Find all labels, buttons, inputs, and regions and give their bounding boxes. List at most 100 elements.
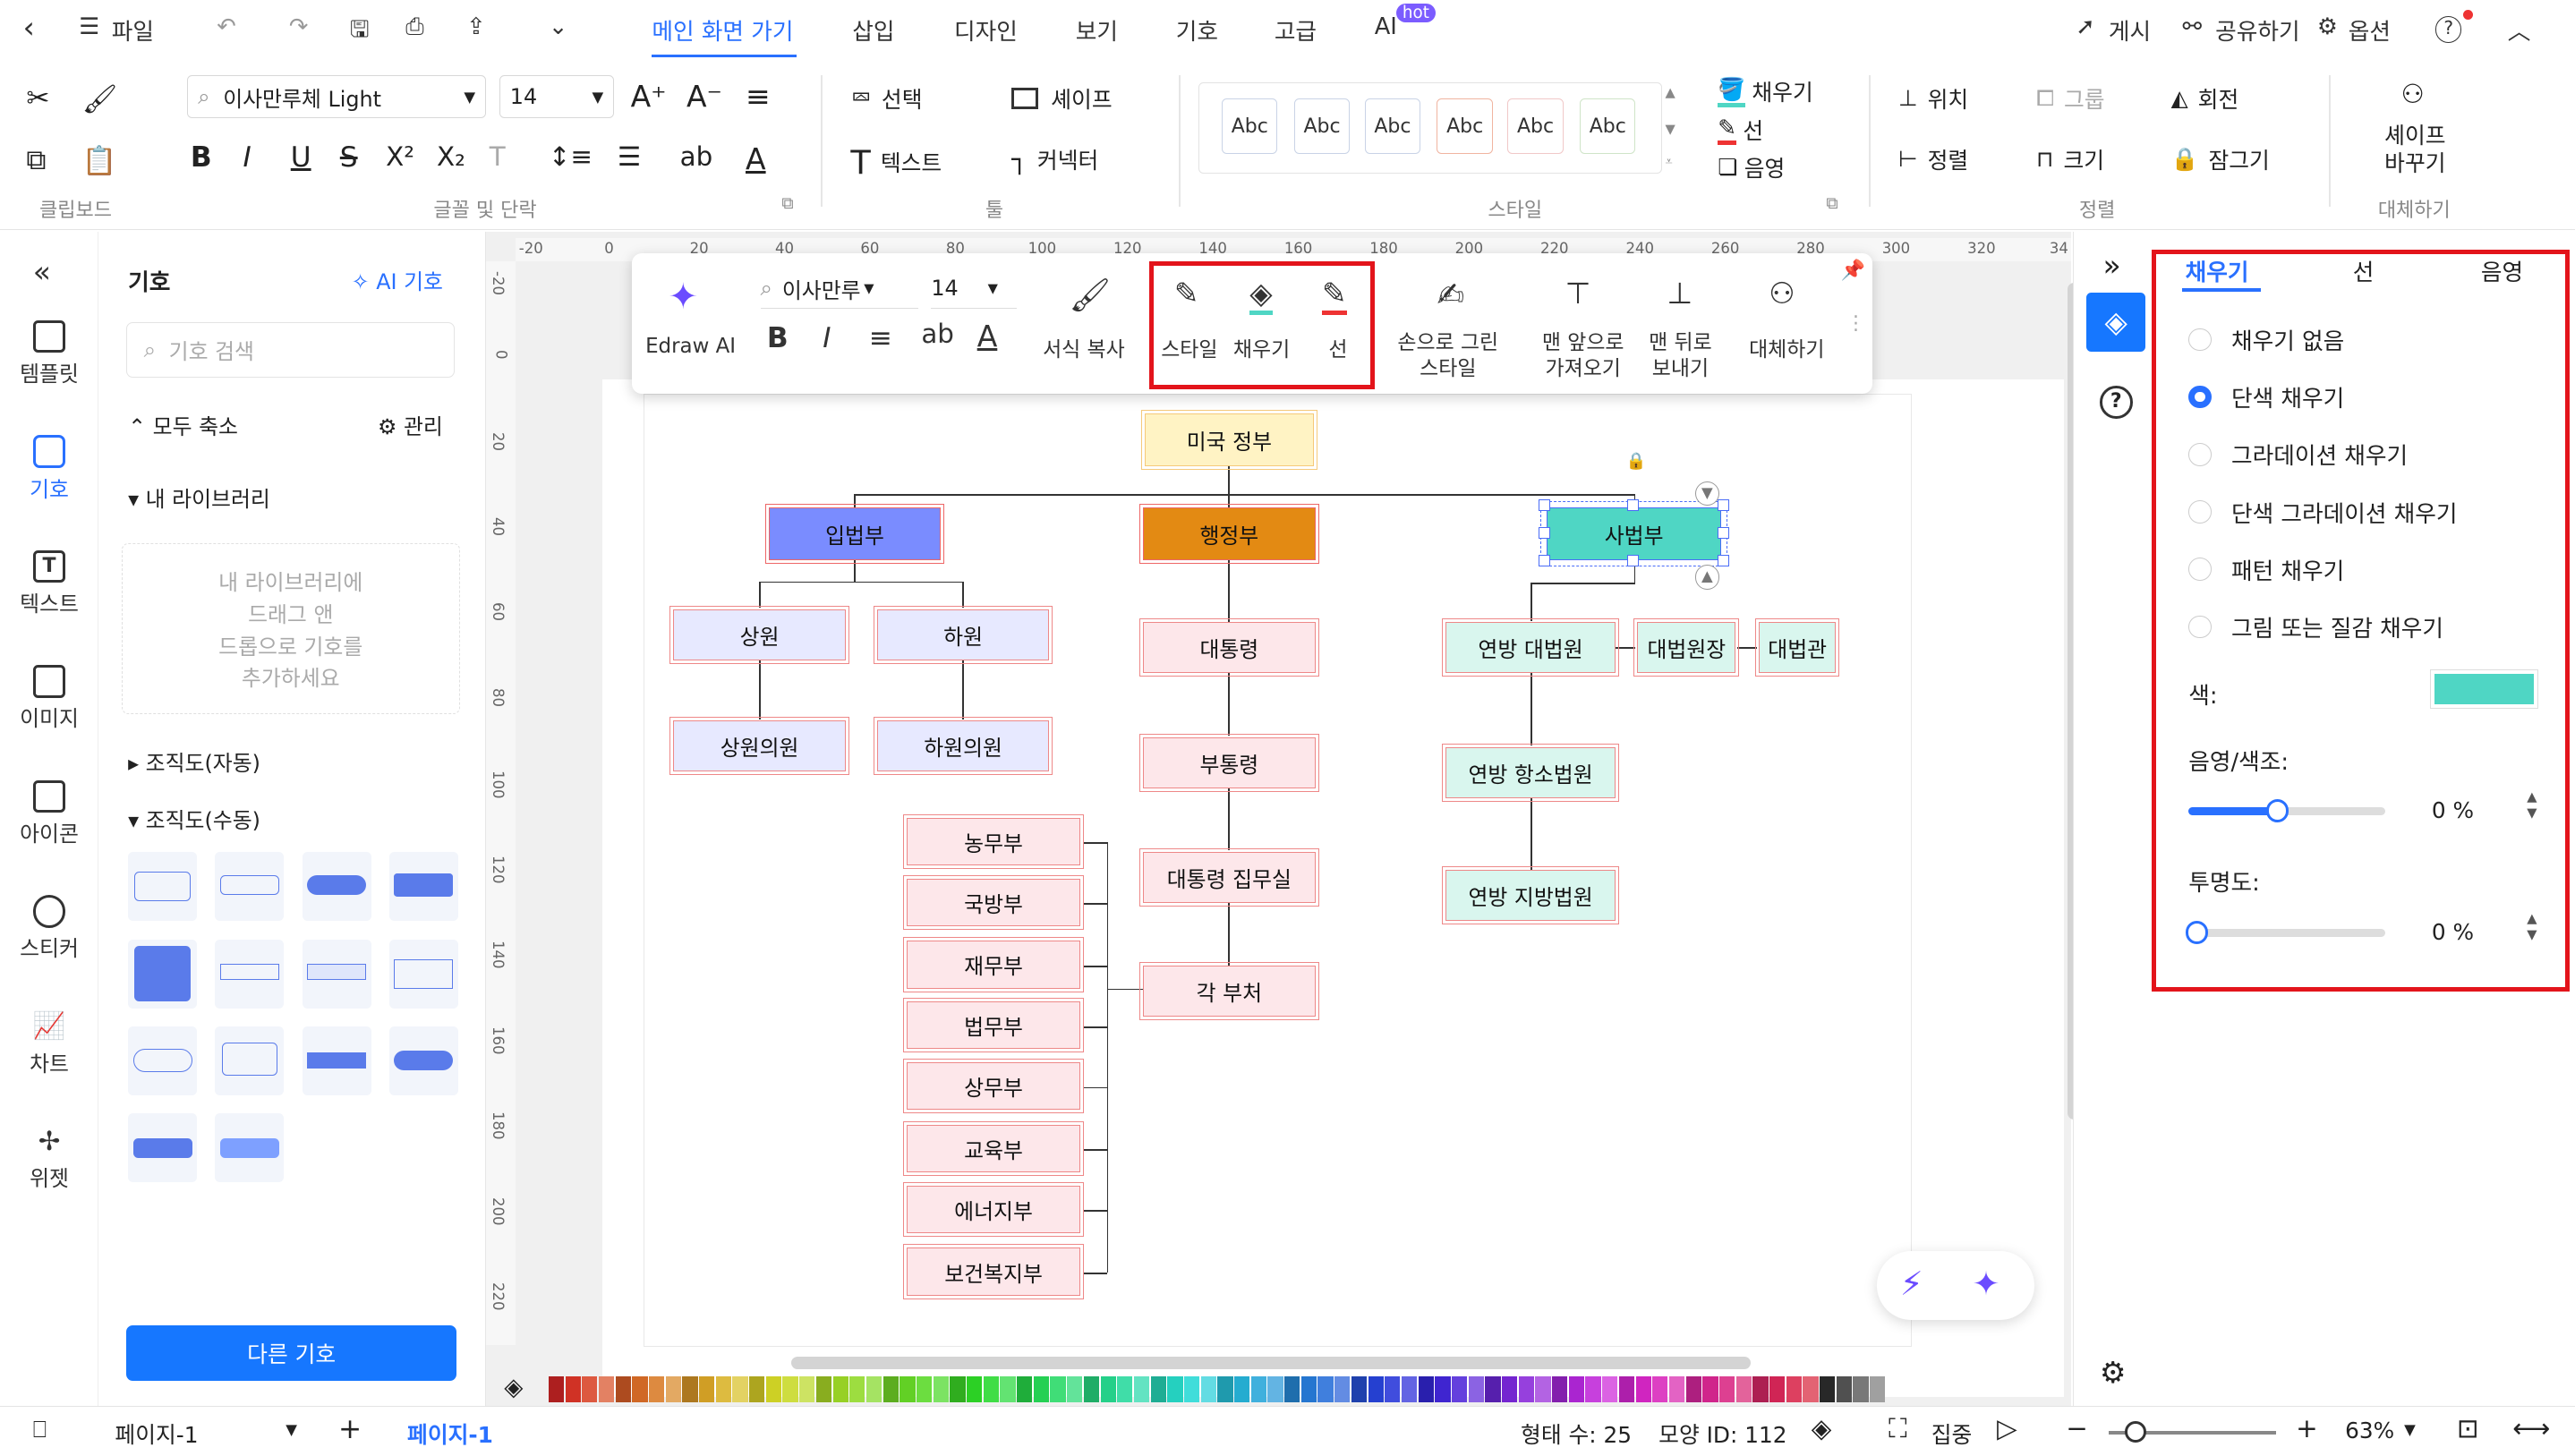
lock-icon[interactable]: 🔒	[1625, 452, 1646, 471]
position-button[interactable]: ⊥ 위치	[1898, 82, 1968, 115]
bold-icon[interactable]: B	[191, 141, 212, 174]
org-node[interactable]: 대법관	[1754, 617, 1840, 677]
cut-icon[interactable]: ✂	[26, 82, 49, 115]
resize-handle[interactable]	[1627, 555, 1640, 566]
align-icon[interactable]: ≡	[869, 322, 892, 354]
style-preset[interactable]: Abc	[1507, 98, 1564, 155]
tab-line[interactable]: 선	[2353, 254, 2375, 287]
org-symbol-thumbnail[interactable]	[302, 939, 371, 1009]
resize-handle[interactable]	[1539, 526, 1551, 539]
color-swatch[interactable]	[1000, 1375, 1016, 1402]
color-swatch[interactable]	[1568, 1375, 1584, 1402]
collapse-handle-icon[interactable]: ▼	[1694, 481, 1720, 507]
color-swatch[interactable]	[1083, 1375, 1100, 1402]
superscript-icon[interactable]: X²	[386, 141, 414, 172]
color-swatch[interactable]	[1217, 1375, 1233, 1402]
org-symbol-thumbnail[interactable]	[388, 939, 458, 1009]
connector-tool[interactable]: ┐ 커넥터	[1011, 143, 1098, 175]
collapse-all-button[interactable]: ⌃ 모두 축소	[128, 409, 238, 440]
org-symbol-thumbnail[interactable]	[128, 939, 198, 1009]
font-size-select[interactable]: 14 ▼	[499, 75, 615, 119]
department-node[interactable]: 보건복지부	[902, 1243, 1085, 1300]
color-swatch[interactable]	[799, 1375, 815, 1402]
org-symbol-thumbnail[interactable]	[128, 852, 198, 922]
zoom-level[interactable]: 63%	[2345, 1418, 2394, 1443]
shape-tool[interactable]: 셰이프	[1011, 82, 1113, 115]
color-swatch[interactable]	[1786, 1375, 1802, 1402]
resize-handle[interactable]	[1718, 526, 1730, 539]
edraw-ai-button[interactable]: Edraw AI	[645, 335, 736, 358]
org-node[interactable]: 연방 항소법원	[1440, 743, 1621, 803]
color-swatch[interactable]	[1618, 1375, 1635, 1402]
color-swatch[interactable]	[1685, 1375, 1701, 1402]
fit-width-icon[interactable]: ⟷	[2512, 1413, 2550, 1443]
bold-icon[interactable]: B	[767, 322, 789, 354]
paragraph-align-icon[interactable]: ≡	[746, 79, 771, 114]
color-swatch[interactable]	[732, 1375, 748, 1402]
department-node[interactable]: 에너지부	[902, 1181, 1085, 1238]
pin-icon[interactable]: 📌	[1841, 260, 1865, 282]
color-swatch[interactable]	[2430, 669, 2539, 710]
color-swatch[interactable]	[1451, 1375, 1468, 1402]
color-swatch[interactable]	[1334, 1375, 1351, 1402]
horizontal-scrollbar[interactable]	[791, 1356, 1751, 1370]
color-swatch[interactable]	[849, 1375, 865, 1402]
color-swatch[interactable]	[1050, 1375, 1066, 1402]
help-icon[interactable]: ?	[2435, 16, 2462, 43]
tab-symbol[interactable]: 기호	[1176, 13, 1218, 47]
color-swatch[interactable]	[832, 1375, 848, 1402]
replace-shape-label[interactable]: 바꾸기	[2384, 146, 2445, 178]
undo-icon[interactable]: ↶	[217, 13, 236, 40]
color-swatch[interactable]	[1502, 1375, 1518, 1402]
format-painter-icon[interactable]: 🖌	[1069, 276, 1111, 314]
color-swatch[interactable]	[1870, 1375, 1886, 1402]
resize-handle[interactable]	[1539, 555, 1551, 566]
color-swatch[interactable]	[1853, 1375, 1869, 1402]
color-swatch[interactable]	[1133, 1375, 1150, 1402]
share-button[interactable]: 공유하기	[2215, 13, 2299, 47]
color-swatch[interactable]	[1418, 1375, 1434, 1402]
org-symbol-thumbnail[interactable]	[388, 852, 458, 922]
rotate-button[interactable]: ◭ 회전	[2171, 82, 2239, 115]
add-page-icon[interactable]: +	[338, 1413, 362, 1445]
send-back-icon[interactable]: ⊥	[1667, 276, 1693, 311]
color-swatch[interactable]	[1752, 1375, 1769, 1402]
resize-handle[interactable]	[1539, 498, 1551, 511]
ai-magic-icon[interactable]: ⚡	[1900, 1264, 1923, 1303]
color-swatch[interactable]	[815, 1375, 832, 1402]
italic-icon[interactable]: I	[243, 141, 252, 174]
tab-fill[interactable]: 채우기	[2186, 254, 2249, 287]
org-node[interactable]: 연방 대법원	[1440, 617, 1621, 677]
nav-charts[interactable]: 📈 차트	[0, 1009, 98, 1077]
fill-bucket-icon[interactable]: ◈	[504, 1373, 523, 1401]
color-swatch[interactable]	[967, 1375, 983, 1402]
color-swatch[interactable]	[632, 1375, 648, 1402]
stepper-icon[interactable]: ▲ ▼	[2527, 911, 2537, 944]
color-swatch[interactable]	[1017, 1375, 1033, 1402]
org-node[interactable]: 하원의원	[873, 716, 1054, 777]
shade-slider[interactable]	[2188, 799, 2386, 822]
file-menu[interactable]: 파일	[112, 13, 154, 47]
color-swatch[interactable]	[1652, 1375, 1668, 1402]
gear-icon[interactable]: ⚙	[2100, 1355, 2127, 1390]
publish-button[interactable]: 게시	[2109, 13, 2151, 47]
color-swatch[interactable]	[1167, 1375, 1183, 1402]
tab-advanced[interactable]: 고급	[1275, 13, 1317, 47]
font-color-icon[interactable]: A	[977, 319, 998, 353]
tab-insert[interactable]: 삽입	[852, 13, 894, 47]
color-swatch[interactable]	[1435, 1375, 1451, 1402]
collapse-ribbon-icon[interactable]: ︿	[2508, 13, 2531, 47]
options-button[interactable]: 옵션	[2349, 13, 2391, 47]
zoom-out-icon[interactable]: −	[2066, 1413, 2088, 1443]
strikethrough-icon[interactable]: S	[340, 141, 358, 174]
color-swatch[interactable]	[1368, 1375, 1384, 1402]
org-chart-manual-section[interactable]: ▾ 조직도(수동)	[128, 803, 260, 834]
library-drop-zone[interactable]: 내 라이브러리에 드래그 앤 드롭으로 기호를 추가하세요	[121, 543, 460, 715]
option-gradient-fill[interactable]: 그라데이션 채우기	[2188, 438, 2408, 471]
org-symbol-thumbnail[interactable]	[215, 939, 285, 1009]
bullet-list-icon[interactable]: ☰	[618, 141, 641, 172]
format-copy-button[interactable]: 서식 복사	[1043, 332, 1125, 362]
color-swatch[interactable]	[1735, 1375, 1752, 1402]
replace-shape-icon[interactable]: ⚇	[2401, 79, 2425, 109]
option-no-fill[interactable]: 채우기 없음	[2188, 323, 2344, 356]
